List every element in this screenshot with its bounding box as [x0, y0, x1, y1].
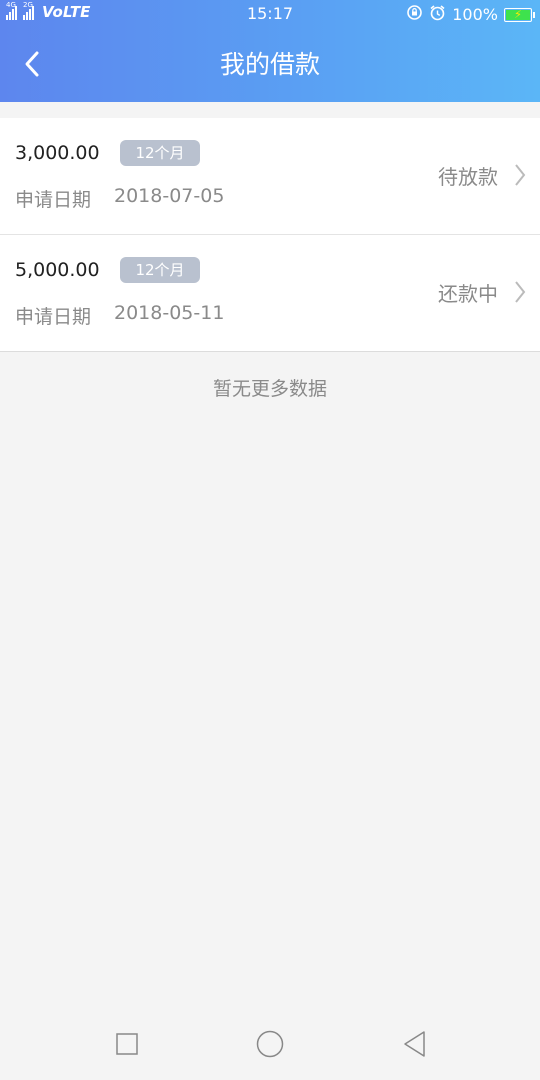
apply-date-value: 2018-05-11	[114, 302, 225, 324]
recent-apps-button[interactable]	[107, 1027, 147, 1061]
loan-item[interactable]: 3,000.00 12个月 申请日期 2018-07-05 待放款	[0, 118, 540, 235]
loan-amount: 5,000.00	[15, 259, 100, 281]
recent-apps-icon	[116, 1033, 138, 1055]
page-title: 我的借款	[219, 50, 320, 79]
home-icon	[256, 1030, 284, 1058]
battery-percent: 100%	[452, 5, 498, 24]
loan-item[interactable]: 5,000.00 12个月 申请日期 2018-05-11 还款中	[0, 235, 540, 352]
apply-date-label: 申请日期	[15, 189, 92, 211]
status-right-group: 100% ⚡	[406, 4, 535, 25]
lock-rotation-icon	[406, 4, 423, 25]
battery-icon: ⚡	[504, 7, 535, 22]
term-badge: 12个月	[120, 140, 200, 166]
chevron-right-icon	[515, 164, 526, 186]
loan-status: 还款中	[438, 282, 498, 306]
no-more-data-text: 暂无更多数据	[212, 378, 327, 400]
apply-date-value: 2018-07-05	[114, 185, 225, 207]
app-header: 4G 2G VoLTE 15:17 100% ⚡ 我的借款	[0, 0, 540, 102]
loan-status: 待放款	[438, 165, 498, 189]
term-badge: 12个月	[120, 257, 200, 283]
loan-amount: 3,000.00	[15, 142, 100, 164]
loan-list: 3,000.00 12个月 申请日期 2018-07-05 待放款 5,000.…	[0, 118, 540, 352]
status-bar: 4G 2G VoLTE 15:17 100% ⚡	[0, 0, 540, 28]
back-triangle-icon	[404, 1031, 425, 1057]
system-nav-bar	[0, 1007, 540, 1080]
alarm-icon	[429, 4, 446, 25]
system-back-button[interactable]	[395, 1027, 435, 1061]
apply-date-label: 申请日期	[15, 306, 92, 328]
home-button[interactable]	[250, 1027, 290, 1061]
chevron-right-icon	[515, 281, 526, 303]
